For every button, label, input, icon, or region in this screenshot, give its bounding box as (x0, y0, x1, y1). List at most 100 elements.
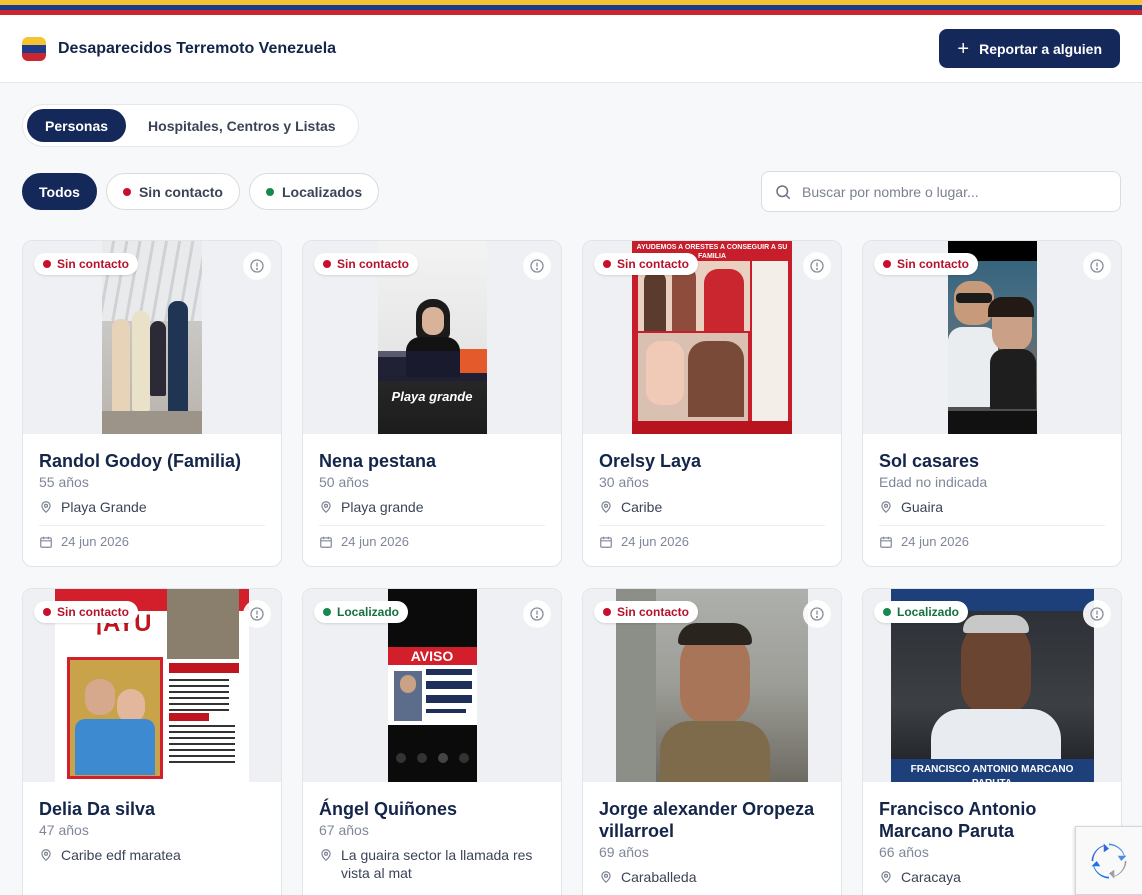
info-icon[interactable] (523, 600, 551, 628)
calendar-icon (320, 536, 332, 548)
info-icon[interactable] (243, 252, 271, 280)
status-label: Localizado (337, 605, 400, 619)
calendar-icon (880, 536, 892, 548)
person-card[interactable]: Sin contacto Jorge alexander Oropeza vil… (582, 588, 842, 895)
person-name: Ángel Quiñones (319, 799, 458, 819)
green-dot-icon (265, 187, 274, 196)
person-location: Guaira (879, 498, 1105, 516)
date-text: 24 jun 2026 (901, 534, 969, 549)
plus-icon: + (957, 37, 970, 60)
status-badge: Sin contacto (594, 253, 699, 275)
map-pin-icon (41, 849, 51, 862)
map-pin-icon (601, 871, 611, 884)
info-icon[interactable] (1083, 252, 1111, 280)
status-label: Localizado (897, 605, 960, 619)
tab-personas[interactable]: Personas (27, 109, 127, 142)
photo-area[interactable]: AYUDEMOS A ORESTES A CONSEGUIR A SU FAMI… (583, 241, 841, 434)
divider (879, 525, 1105, 526)
filter-label: Todos (39, 183, 80, 200)
status-badge: Sin contacto (314, 253, 419, 275)
tab-hospitales[interactable]: Hospitales, Centros y Listas (130, 109, 354, 142)
status-badge: Sin contacto (34, 601, 139, 623)
status-badge: Sin contacto (594, 601, 699, 623)
location-text: La guaira sector la llamada res vista al… (341, 847, 533, 881)
map-pin-icon (321, 849, 331, 862)
filter-label: Sin contacto (138, 183, 223, 200)
info-icon[interactable] (243, 600, 271, 628)
recaptcha-badge[interactable] (1075, 826, 1142, 895)
map-pin-icon (601, 501, 611, 514)
photo-area[interactable]: Sin contacto (23, 241, 281, 434)
red-dot-icon (603, 608, 611, 616)
filter-sin-contacto[interactable]: Sin contacto (105, 173, 240, 210)
person-location: Caribe (599, 498, 825, 516)
photo-caption: FRANCISCO ANTONIO MARCANO PARUTA (910, 764, 1074, 782)
person-name: Jorge alexander Oropeza villarroel (599, 799, 815, 841)
calendar-icon (600, 536, 612, 548)
person-location: Caracaya (879, 868, 1105, 886)
person-age: 55 años (39, 474, 89, 490)
status-badge: Localizado (874, 601, 969, 623)
person-name: Orelsy Laya (599, 451, 702, 471)
person-location: Playa Grande (39, 498, 265, 516)
person-location: Playa grande (319, 498, 545, 516)
date-text: 24 jun 2026 (341, 534, 409, 549)
person-grid: Sin contacto Randol Godoy (Familia) 55 a… (22, 240, 1122, 895)
map-pin-icon (881, 871, 891, 884)
person-age: 30 años (599, 474, 649, 490)
divider (39, 525, 265, 526)
red-dot-icon (43, 608, 51, 616)
photo-area[interactable]: Playa grande Sin contacto (303, 241, 561, 434)
info-icon[interactable] (1083, 600, 1111, 628)
report-someone-button[interactable]: + Reportar a alguien (939, 29, 1120, 68)
red-dot-icon (883, 260, 891, 268)
status-filters: Todos Sin contacto Localizados (22, 173, 380, 210)
app-title: Desaparecidos Terremoto Venezuela (58, 39, 337, 57)
photo-area[interactable]: AVISO Localizado (303, 589, 561, 782)
person-name: Francisco Antonio Marcano Paruta (879, 799, 1037, 841)
person-card[interactable]: ¡AYU Sin contacto Delia Da silva 47 años… (22, 588, 282, 895)
info-icon[interactable] (803, 600, 831, 628)
map-pin-icon (321, 501, 331, 514)
photo-area[interactable]: Sin contacto (583, 589, 841, 782)
brand[interactable]: Desaparecidos Terremoto Venezuela (22, 36, 337, 61)
person-card[interactable]: AVISO Localizado Ángel Quiñones 67 años … (302, 588, 562, 895)
info-icon[interactable] (803, 252, 831, 280)
person-age: 47 años (39, 822, 89, 838)
photo-area[interactable]: ¡AYU Sin contacto (23, 589, 281, 782)
red-dot-icon (323, 260, 331, 268)
divider (319, 525, 545, 526)
person-name: Delia Da silva (39, 799, 156, 819)
location-text: Caraballeda (621, 869, 697, 885)
green-dot-icon (883, 608, 891, 616)
person-card[interactable]: Playa grande Sin contacto Nena pestana 5… (302, 240, 562, 567)
report-button-label: Reportar a alguien (979, 40, 1102, 57)
person-location: Caraballeda (599, 868, 825, 886)
flag-stripe (0, 0, 1142, 15)
filter-localizados[interactable]: Localizados (248, 173, 380, 210)
red-dot-icon (43, 260, 51, 268)
venezuela-flag-icon (22, 36, 46, 61)
red-dot-icon (603, 260, 611, 268)
top-bar: Desaparecidos Terremoto Venezuela + Repo… (0, 15, 1142, 83)
person-card[interactable]: Sin contacto Randol Godoy (Familia) 55 a… (22, 240, 282, 567)
person-name: Nena pestana (319, 451, 437, 471)
status-label: Sin contacto (617, 257, 690, 271)
person-name: Sol casares (879, 451, 980, 471)
photo-area[interactable]: FRANCISCO ANTONIO MARCANO PARUTA Localiz… (863, 589, 1121, 782)
status-label: Sin contacto (617, 605, 690, 619)
person-card[interactable]: Sin contacto Sol casares Edad no indicad… (862, 240, 1122, 567)
location-text: Guaira (901, 499, 944, 515)
filter-todos[interactable]: Todos (22, 173, 97, 210)
info-icon[interactable] (523, 252, 551, 280)
person-age: 50 años (319, 474, 369, 490)
location-text: Caribe (621, 499, 663, 515)
photo-caption: AVISO (410, 648, 454, 664)
date-text: 24 jun 2026 (61, 534, 129, 549)
report-date: 24 jun 2026 (879, 534, 1105, 549)
recaptcha-icon (1091, 843, 1127, 878)
person-age: Edad no indicada (879, 474, 988, 490)
person-card[interactable]: AYUDEMOS A ORESTES A CONSEGUIR A SU FAMI… (582, 240, 842, 567)
search-input[interactable] (802, 183, 1108, 200)
photo-area[interactable]: Sin contacto (863, 241, 1121, 434)
